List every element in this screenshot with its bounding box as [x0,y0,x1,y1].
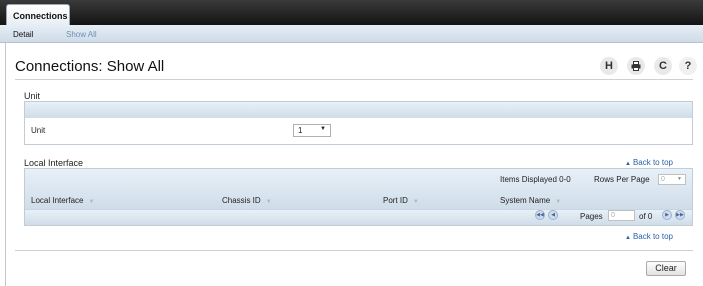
unit-table [24,101,693,145]
last-page-icon[interactable]: ▶▶ [675,210,685,220]
unit-section-heading: Unit [24,91,41,101]
sub-navigation: Detail Show All [0,25,703,43]
first-page-icon[interactable]: ◀◀ [535,210,545,220]
col-system-name[interactable]: System Name ▼ [500,196,561,205]
up-triangle-icon: ▲ [625,161,631,167]
up-triangle-icon: ▲ [625,235,631,241]
pages-label: Pages [580,212,603,221]
previous-page-icon[interactable]: ◀ [548,210,558,220]
sort-icon: ▼ [88,199,95,205]
clear-button[interactable]: Clear [646,261,686,276]
rows-per-page-value: 0 [661,176,665,183]
pages-input[interactable]: 0 [608,210,635,221]
left-divider [5,43,6,286]
sort-icon: ▼ [555,199,562,205]
top-tab-bar: Connections [0,0,703,25]
col-local-interface[interactable]: Local Interface ▼ [31,196,94,205]
sort-icon: ▼ [412,199,419,205]
chevron-down-icon: ▼ [320,126,326,132]
print-icon[interactable] [627,57,645,75]
tab-connections[interactable]: Connections [6,4,70,25]
page-title: Connections: Show All [15,58,165,75]
table-header-band [25,169,692,209]
rows-per-page-label: Rows Per Page [594,175,650,184]
col-port-id[interactable]: Port ID ▼ [383,196,419,205]
title-divider [15,79,693,80]
items-displayed: Items Displayed 0-0 [500,175,571,184]
unit-row-label: Unit [31,126,46,135]
back-to-top-link[interactable]: ▲ Back to top [625,158,673,167]
unit-select-value: 1 [298,126,303,135]
printer-icon [631,61,641,71]
rows-per-page-select[interactable]: 0 ▼ [658,174,686,185]
pages-of-total: of 0 [639,212,653,221]
save-icon[interactable]: H [600,57,618,75]
help-icon[interactable]: ? [679,57,697,75]
footer-divider [15,250,693,251]
local-interface-heading: Local Interface [24,158,84,168]
chevron-down-icon: ▼ [677,176,682,182]
unit-select[interactable]: 1 ▼ [293,124,331,137]
back-to-top-bottom-link[interactable]: ▲ Back to top [625,232,673,241]
unit-table-header [25,102,692,118]
sort-icon: ▼ [265,199,272,205]
next-page-icon[interactable]: ▶ [662,210,672,220]
col-chassis-id[interactable]: Chassis ID ▼ [222,196,272,205]
subnav-detail-link[interactable]: Detail [13,30,33,39]
subnav-show-all-link[interactable]: Show All [66,30,97,39]
refresh-icon[interactable]: C [654,57,672,75]
